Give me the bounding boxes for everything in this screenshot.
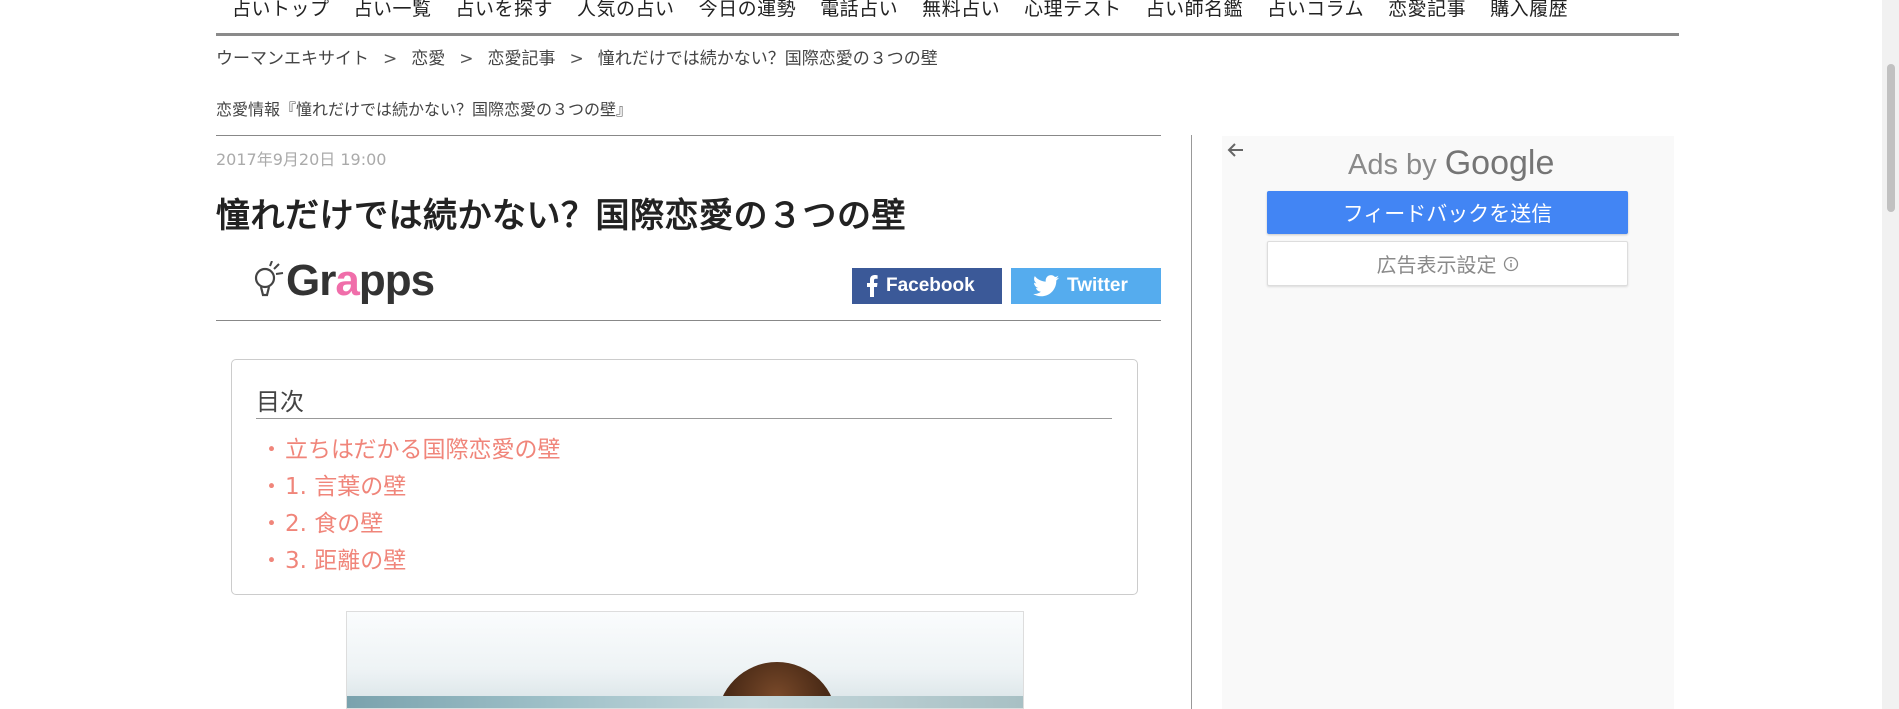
facebook-share-label: Facebook (886, 275, 975, 296)
nav-item-psych-test[interactable]: 心理テスト (1024, 0, 1122, 21)
brand-logo[interactable]: Grapps (250, 256, 435, 306)
toc-link-distance[interactable]: ・3. 距離の壁 (260, 543, 561, 580)
info-icon (1503, 256, 1519, 272)
breadcrumb-home[interactable]: ウーマンエキサイト (216, 49, 369, 69)
send-feedback-button[interactable]: フィードバックを送信 (1267, 191, 1628, 234)
breadcrumb: ウーマンエキサイト > 恋愛 > 恋愛記事 > 憧れだけでは続かない？国際恋愛の３つの壁 (216, 44, 938, 69)
nav-item-fortune-tellers[interactable]: 占い師名鑑 (1146, 0, 1244, 21)
article-title: 憧れだけでは続かない？国際恋愛の３つの壁 (216, 196, 906, 236)
ads-by-google-label: Ads by Google (1348, 144, 1555, 182)
ad-settings-label: 広告表示設定 (1376, 253, 1497, 277)
brand-wordmark: Grapps (286, 256, 435, 305)
toc-link-intro[interactable]: ・立ちはだかる国際恋愛の壁 (260, 432, 561, 469)
breadcrumb-separator: > (459, 49, 474, 69)
nav-item-purchase-history[interactable]: 購入履歴 (1490, 0, 1568, 21)
nav-item-today[interactable]: 今日の運勢 (699, 0, 797, 21)
ad-settings-button[interactable]: 広告表示設定 (1267, 241, 1628, 286)
nav-item-popular[interactable]: 人気の占い (577, 0, 675, 21)
twitter-share-label: Twitter (1067, 275, 1128, 296)
category-heading: 恋愛情報『憧れだけでは続かない？国際恋愛の３つの壁』 (216, 100, 633, 119)
facebook-icon (866, 275, 878, 297)
nav-item-column[interactable]: 占いコラム (1267, 0, 1364, 21)
nav-item-fortune-list[interactable]: 占い一覧 (354, 0, 432, 21)
breadcrumb-love-articles[interactable]: 恋愛記事 (488, 49, 556, 69)
nav-item-love-articles[interactable]: 恋愛記事 (1388, 0, 1466, 21)
divider (216, 320, 1161, 321)
toc-link-food[interactable]: ・2. 食の壁 (260, 506, 561, 543)
toc-link-language[interactable]: ・1. 言葉の壁 (260, 469, 561, 506)
breadcrumb-love[interactable]: 恋愛 (411, 49, 445, 69)
nav-item-phone[interactable]: 電話占い (820, 0, 898, 21)
scrollbar-thumb[interactable] (1887, 64, 1895, 212)
toc-title: 目次 (256, 388, 304, 416)
toc-list: ・立ちはだかる国際恋愛の壁 ・1. 言葉の壁 ・2. 食の壁 ・3. 距離の壁 (260, 432, 561, 580)
top-nav-list: 占いトップ 占い一覧 占いを探す 人気の占い 今日の運勢 電話占い 無料占い 心… (232, 0, 1592, 21)
facebook-share-button[interactable]: Facebook (852, 268, 1002, 304)
nav-item-free[interactable]: 無料占い (922, 0, 1000, 21)
lightbulb-logo-icon (250, 261, 284, 301)
hero-background-sea (347, 696, 1023, 708)
divider (216, 135, 1161, 136)
article-hero-image (346, 611, 1024, 709)
article-date: 2017年9月20日 19:00 (216, 150, 387, 169)
top-navigation: 占いトップ 占い一覧 占いを探す 人気の占い 今日の運勢 電話占い 無料占い 心… (216, 0, 1679, 36)
twitter-icon (1033, 275, 1059, 297)
breadcrumb-current: 憧れだけでは続かない？国際恋愛の３つの壁 (597, 49, 938, 69)
divider (256, 418, 1112, 419)
table-of-contents: 目次 ・立ちはだかる国際恋愛の壁 ・1. 言葉の壁 ・2. 食の壁 ・3. 距離… (231, 359, 1138, 595)
arrow-left-icon[interactable] (1224, 138, 1248, 162)
breadcrumb-separator: > (383, 49, 398, 69)
column-divider (1191, 135, 1192, 709)
breadcrumb-separator: > (569, 49, 584, 69)
nav-item-find-fortune[interactable]: 占いを探す (456, 0, 554, 21)
twitter-share-button[interactable]: Twitter (1011, 268, 1161, 304)
nav-item-fortune-top[interactable]: 占いトップ (232, 0, 330, 21)
